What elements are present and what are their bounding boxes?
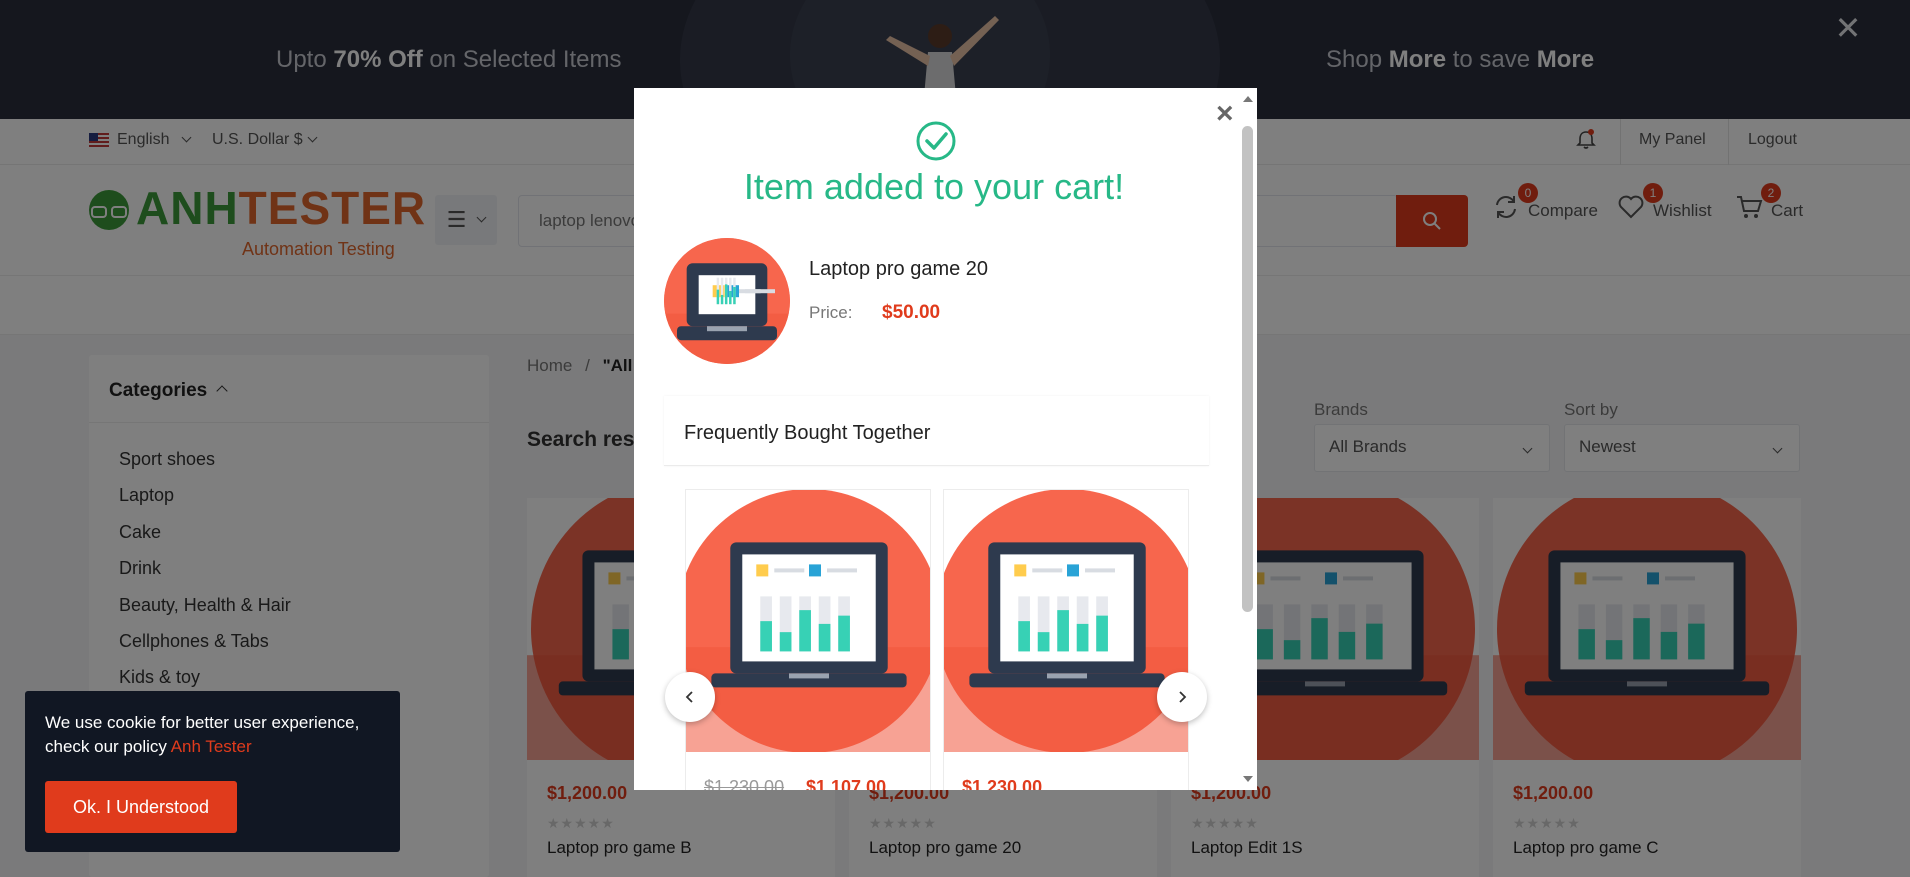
fbt-old-price: $1,230.00 <box>704 777 785 790</box>
check-circle-icon <box>916 121 956 161</box>
laptop-illustration <box>686 490 930 753</box>
scrollbar-thumb[interactable] <box>1242 126 1253 612</box>
cookie-text: We use cookie for better user experience… <box>45 713 360 756</box>
fbt-product-image <box>944 490 1188 753</box>
price-label: Price: <box>809 303 853 322</box>
fbt-new-price: $1,230.00 <box>962 777 1043 790</box>
cart-product-price: $50.00 <box>882 302 941 323</box>
cart-product-image <box>664 238 790 364</box>
cart-product-name: Laptop pro game 20 <box>809 258 989 280</box>
frequently-bought-header: Frequently Bought Together <box>664 396 1209 466</box>
fbt-new-price: $1,107.00 <box>806 777 887 790</box>
modal-scrollbar[interactable] <box>1240 96 1254 782</box>
fbt-product-card[interactable]: $1,230.00 $1,107.00 <box>685 489 931 790</box>
added-to-cart-title: Item added to your cart! <box>743 166 1125 207</box>
cookie-banner: We use cookie for better user experience… <box>25 691 400 852</box>
close-icon[interactable]: × <box>1216 99 1234 129</box>
chevron-right-icon <box>1179 691 1187 703</box>
added-to-cart-modal: × Item added to your cart! Laptop pro ga… <box>634 88 1257 790</box>
carousel-next-button[interactable] <box>1157 672 1207 722</box>
fbt-product-image <box>686 490 930 753</box>
carousel-prev-button[interactable] <box>665 672 715 722</box>
scroll-up-arrow[interactable] <box>1243 96 1253 102</box>
chevron-left-icon <box>685 691 693 703</box>
cookie-accept-button[interactable]: Ok. I Understood <box>45 781 237 833</box>
fbt-product-card[interactable]: $1,230.00 <box>943 489 1189 790</box>
laptop-illustration <box>664 238 790 364</box>
laptop-illustration <box>944 490 1188 753</box>
scroll-down-arrow[interactable] <box>1243 776 1253 782</box>
cookie-policy-link[interactable]: Anh Tester <box>171 737 252 756</box>
